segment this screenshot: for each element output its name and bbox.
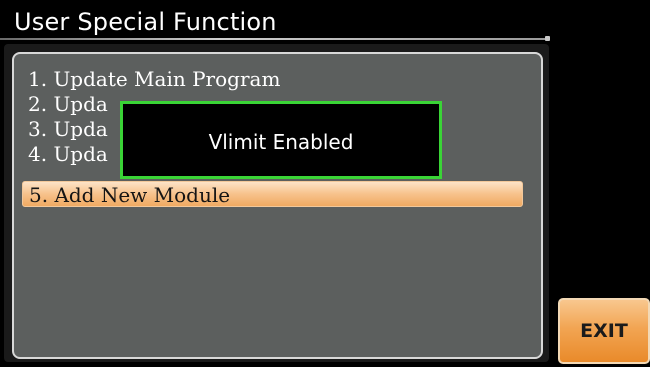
- screen-title: User Special Function: [14, 8, 277, 36]
- menu-item-3[interactable]: 3. Upda: [28, 116, 108, 142]
- menu-item-4[interactable]: 4. Upda: [28, 141, 108, 167]
- menu-panel: 1. Update Main Program 2. Upda 3. Upda 4…: [12, 52, 543, 359]
- menu-item-update-main-program[interactable]: 1. Update Main Program: [28, 66, 280, 92]
- menu-item-2[interactable]: 2. Upda: [28, 91, 108, 117]
- menu-item-add-new-module[interactable]: 5. Add New Module: [22, 181, 523, 207]
- popup-message: Vlimit Enabled: [208, 130, 354, 154]
- title-divider-cap: [545, 36, 550, 41]
- device-screen: User Special Function 1. Update Main Pro…: [0, 0, 650, 367]
- status-popup: Vlimit Enabled: [120, 101, 442, 179]
- title-divider: [0, 38, 548, 40]
- exit-button[interactable]: EXIT: [558, 298, 650, 364]
